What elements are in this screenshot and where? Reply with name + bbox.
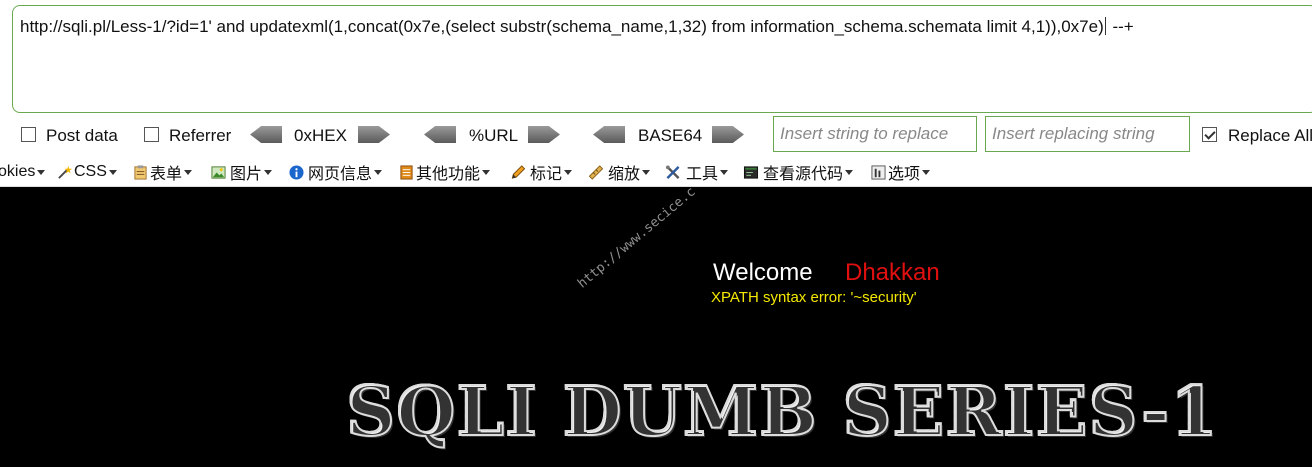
chevron-down-icon [108, 169, 117, 175]
url-text: http://sqli.pl/Less-1/?id=1' and updatex… [20, 17, 1134, 36]
chevron-down-icon [564, 169, 573, 175]
tools-menu-label: 工具 [686, 166, 719, 183]
options-icon [871, 164, 886, 180]
outline-menu-label: 标记 [530, 166, 563, 183]
misc-menu-label: 其他功能 [416, 166, 481, 183]
sqli-banner: SQLI DUMB SERIES-1 [345, 371, 1219, 453]
options-menu[interactable]: 选项 [871, 161, 931, 183]
cookies-menu-label: okies [0, 163, 36, 180]
chevron-down-icon [720, 169, 729, 175]
replace-all-checkbox[interactable] [1202, 127, 1217, 142]
post-data-label: Post data [46, 126, 118, 145]
resize-menu-label: 缩放 [608, 166, 641, 183]
misc-menu[interactable]: 其他功能 [399, 161, 491, 183]
url-encode-arrow-icon[interactable] [528, 126, 560, 143]
text-caret [1104, 17, 1106, 35]
referrer-checkbox[interactable] [144, 127, 159, 142]
hex-encode-arrow-icon[interactable] [358, 126, 390, 143]
tools-icon [665, 164, 680, 179]
hex-label: 0xHEX [294, 126, 347, 145]
resize-menu[interactable]: 缩放 [586, 161, 651, 183]
chevron-down-icon [922, 169, 931, 175]
pencil-icon [511, 164, 526, 179]
page-info-menu[interactable]: 网页信息 [287, 161, 383, 183]
options-menu-label: 选项 [888, 166, 921, 183]
chevron-down-icon [642, 169, 651, 175]
view-source-menu[interactable]: 查看源代码 [741, 161, 854, 183]
css-wand-icon [58, 165, 72, 179]
cookies-menu[interactable]: okies [0, 161, 46, 183]
hex-decode-arrow-icon[interactable] [250, 126, 282, 143]
css-menu[interactable]: CSS [57, 161, 117, 183]
post-data-checkbox[interactable] [21, 127, 36, 142]
url-decode-arrow-icon[interactable] [424, 126, 456, 143]
tools-menu[interactable]: 工具 [662, 161, 729, 183]
images-menu[interactable]: 图片 [209, 161, 273, 183]
welcome-text: Welcome [713, 259, 813, 286]
url-label: %URL [469, 126, 519, 145]
misc-icon [400, 164, 413, 180]
page-info-menu-label: 网页信息 [308, 166, 373, 183]
base64-decode-arrow-icon[interactable] [593, 126, 625, 143]
image-icon [211, 165, 226, 179]
chevron-down-icon [264, 169, 273, 175]
watermark: http://www.secice.c [575, 187, 699, 292]
url-textarea[interactable]: http://sqli.pl/Less-1/?id=1' and updatex… [12, 5, 1312, 113]
ruler-icon [588, 164, 604, 180]
form-icon [134, 164, 147, 180]
replace-all-label: Replace All [1228, 126, 1312, 145]
insert-string-input[interactable] [773, 116, 977, 152]
replacing-string-input[interactable] [985, 116, 1190, 152]
css-menu-label: CSS [74, 163, 107, 180]
xpath-error-message: XPATH syntax error: '~security' [711, 289, 917, 306]
username-text: Dhakkan [845, 259, 940, 286]
forms-menu[interactable]: 表单 [133, 161, 193, 183]
chevron-down-icon [482, 169, 491, 175]
info-icon [289, 164, 304, 180]
base64-encode-arrow-icon[interactable] [712, 126, 744, 143]
referrer-label: Referrer [169, 126, 232, 145]
chevron-down-icon [184, 169, 193, 175]
outline-menu[interactable]: 标记 [508, 161, 573, 183]
forms-menu-label: 表单 [150, 166, 183, 183]
page-content: http://www.secice.c Welcome Dhakkan XPAT… [0, 187, 1312, 467]
chevron-down-icon [845, 169, 854, 175]
hackbar-toolbar: Post data Referrer 0xHEX %URL BASE64 Rep… [0, 114, 1312, 154]
chevron-down-icon [37, 169, 46, 175]
view-source-menu-label: 查看源代码 [763, 166, 844, 183]
source-icon [743, 165, 759, 179]
base64-label: BASE64 [638, 126, 703, 145]
developer-toolbar: okies CSS 表单 图片 网页信息 其他功能 标记 缩放 工具 查看源代码… [0, 158, 1312, 187]
images-menu-label: 图片 [230, 166, 263, 183]
chevron-down-icon [374, 169, 383, 175]
